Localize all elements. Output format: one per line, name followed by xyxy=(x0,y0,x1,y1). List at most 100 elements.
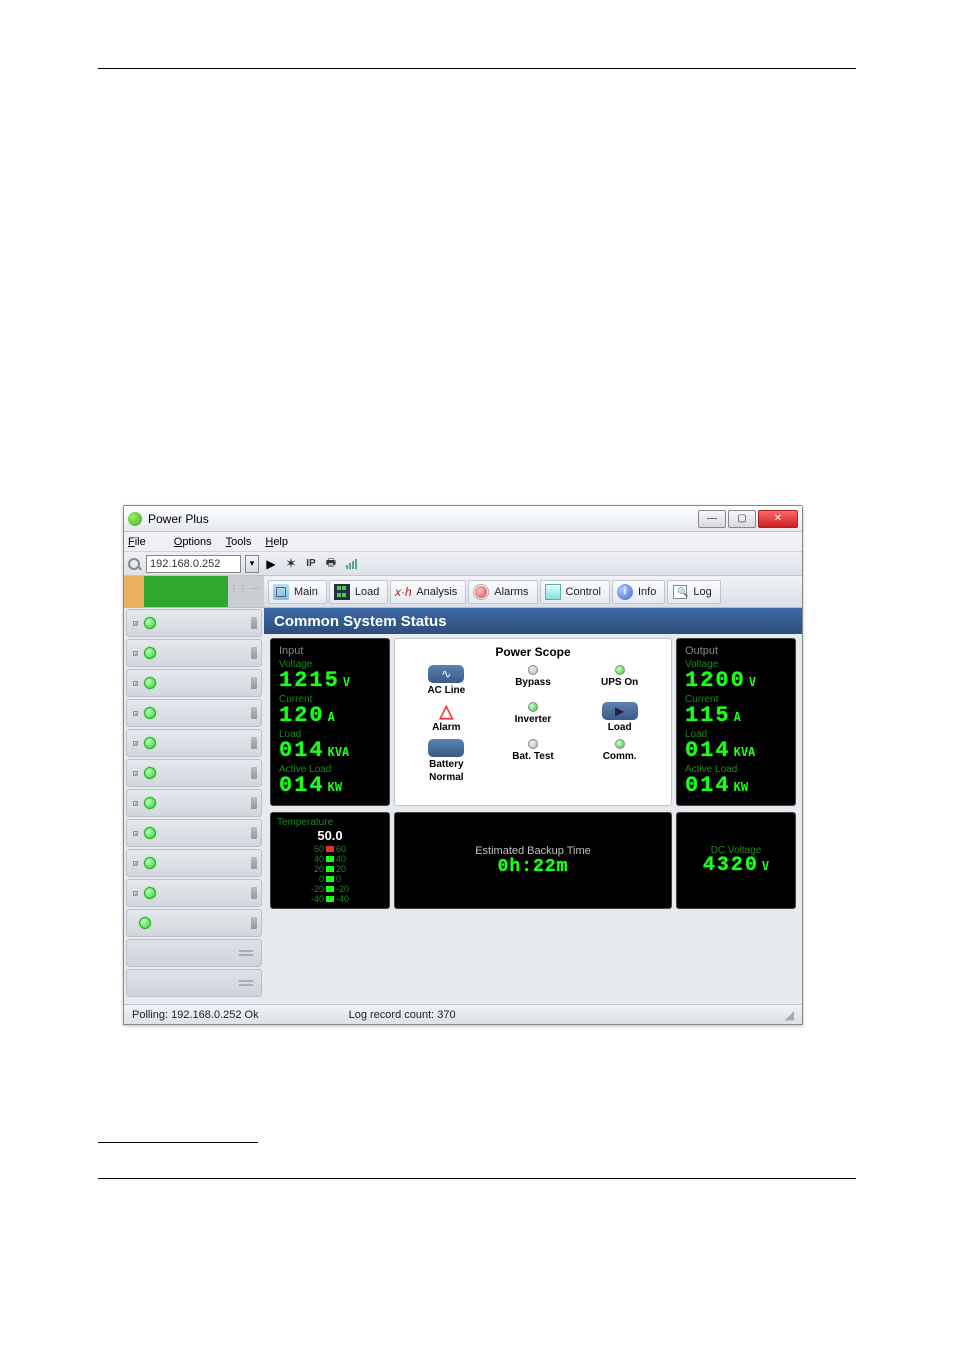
temp-heading: Temperature xyxy=(277,817,383,828)
main-content: Main Load Analysis Alarms Control Info L… xyxy=(264,576,802,1004)
menu-options[interactable]: Options xyxy=(174,536,212,548)
search-icon[interactable] xyxy=(128,558,140,570)
main-icon xyxy=(273,584,289,600)
device-slot-6[interactable] xyxy=(126,759,262,787)
status-led-icon xyxy=(144,677,156,689)
tab-main[interactable]: Main xyxy=(268,580,327,604)
tab-control[interactable]: Control xyxy=(540,580,610,604)
device-slot-8[interactable] xyxy=(126,819,262,847)
app-window: Power Plus — ▢ ✕ File Options Tools Help… xyxy=(123,505,803,1025)
device-slot-blank-2[interactable] xyxy=(126,969,262,997)
panel-heading: Output xyxy=(685,645,787,657)
input-load-value: 014 xyxy=(279,740,325,762)
satellite-icon[interactable] xyxy=(283,556,299,572)
tab-label: Info xyxy=(638,586,656,598)
status-row-2: Temperature 50.0 6060 4040 2020 00 -20-2… xyxy=(264,810,802,915)
maximize-button[interactable]: ▢ xyxy=(728,510,756,528)
status-led-icon xyxy=(144,737,156,749)
output-current-value: 115 xyxy=(685,705,731,727)
output-panel: Output Voltage1200V Current115A Load014K… xyxy=(676,638,796,806)
rack-thumbnail[interactable] xyxy=(124,576,264,608)
menubar: File Options Tools Help xyxy=(124,532,802,552)
tab-log[interactable]: Log xyxy=(667,580,720,604)
load-icon xyxy=(602,702,638,720)
dc-voltage-panel: DC Voltage 4320V xyxy=(676,812,796,909)
status-row-1: Input Voltage1215V Current120A Load014KV… xyxy=(264,634,802,810)
info-icon xyxy=(617,584,633,600)
tab-analysis[interactable]: Analysis xyxy=(390,580,466,604)
menu-tools[interactable]: Tools xyxy=(226,536,252,548)
menu-file[interactable]: File xyxy=(128,536,160,548)
tab-info[interactable]: Info xyxy=(612,580,665,604)
body: Main Load Analysis Alarms Control Info L… xyxy=(124,576,802,1004)
tab-label: Log xyxy=(693,586,711,598)
tab-label: Analysis xyxy=(416,586,457,598)
titlebar[interactable]: Power Plus — ▢ ✕ xyxy=(124,506,802,532)
ip-input[interactable]: 192.168.0.252 xyxy=(146,555,241,573)
device-slot-4[interactable] xyxy=(126,699,262,727)
output-load-value: 014 xyxy=(685,740,731,762)
ip-label: IP xyxy=(303,556,319,572)
unit: V xyxy=(749,676,756,688)
device-slot-9[interactable] xyxy=(126,849,262,877)
temp-value: 50.0 xyxy=(277,828,383,843)
print-icon[interactable] xyxy=(323,556,339,572)
ip-dropdown-button[interactable] xyxy=(245,555,259,573)
status-led-icon xyxy=(144,797,156,809)
minimize-button[interactable]: — xyxy=(698,510,726,528)
status-led-icon xyxy=(139,917,151,929)
tab-load[interactable]: Load xyxy=(329,580,388,604)
alarm-label: Alarm xyxy=(432,722,460,733)
device-slot-blank-1[interactable] xyxy=(126,939,262,967)
power-scope-panel: Power Scope AC Line Bypass UPS On Alarm … xyxy=(394,638,672,806)
unit: KW xyxy=(328,781,342,793)
tabbar: Main Load Analysis Alarms Control Info L… xyxy=(264,576,802,608)
menu-help[interactable]: Help xyxy=(265,536,288,548)
device-slot-10[interactable] xyxy=(126,879,262,907)
status-polling: Polling: 192.168.0.252 Ok xyxy=(132,1009,259,1021)
device-list xyxy=(124,576,264,1004)
backup-value: 0h:22m xyxy=(498,857,569,877)
output-active-value: 014 xyxy=(685,775,731,797)
analysis-icon xyxy=(395,584,411,600)
status-led-icon xyxy=(144,647,156,659)
dc-value: 4320 xyxy=(703,856,759,876)
device-slot-2[interactable] xyxy=(126,639,262,667)
window-title: Power Plus xyxy=(148,512,209,526)
output-voltage-value: 1200 xyxy=(685,670,746,692)
alarm-icon xyxy=(473,584,489,600)
unit: A xyxy=(734,711,741,723)
section-header: Common System Status xyxy=(264,608,802,634)
statusbar: Polling: 192.168.0.252 Ok Log record cou… xyxy=(124,1004,802,1024)
comm-label: Comm. xyxy=(603,751,637,762)
tab-alarms[interactable]: Alarms xyxy=(468,580,537,604)
footnote-rule xyxy=(98,1142,258,1143)
panel-heading: Input xyxy=(279,645,381,657)
ups-on-label: UPS On xyxy=(601,677,638,688)
device-slot-3[interactable] xyxy=(126,669,262,697)
scope-title: Power Scope xyxy=(403,645,663,659)
bat-test-label: Bat. Test xyxy=(512,751,554,762)
window-controls: — ▢ ✕ xyxy=(696,510,798,528)
resize-grip-icon[interactable]: ◢ xyxy=(785,1008,794,1022)
status-log-count: Log record count: 370 xyxy=(349,1009,456,1021)
device-slot-1[interactable] xyxy=(126,609,262,637)
status-led-icon xyxy=(144,887,156,899)
device-slot-5[interactable] xyxy=(126,729,262,757)
close-button[interactable]: ✕ xyxy=(758,510,798,528)
input-panel: Input Voltage1215V Current120A Load014KV… xyxy=(270,638,390,806)
inverter-led-icon xyxy=(528,702,538,712)
bypass-label: Bypass xyxy=(515,677,551,688)
play-icon[interactable]: ▶ xyxy=(263,556,279,572)
load-icon xyxy=(334,584,350,600)
levels-icon[interactable] xyxy=(343,556,359,572)
status-led-icon xyxy=(144,827,156,839)
device-slot-11[interactable] xyxy=(126,909,262,937)
unit: V xyxy=(343,676,350,688)
input-voltage-value: 1215 xyxy=(279,670,340,692)
bypass-led-icon xyxy=(528,665,538,675)
backup-heading: Estimated Backup Time xyxy=(475,845,591,857)
unit: KVA xyxy=(328,746,350,758)
device-slot-7[interactable] xyxy=(126,789,262,817)
battery-label: Battery xyxy=(429,759,463,770)
